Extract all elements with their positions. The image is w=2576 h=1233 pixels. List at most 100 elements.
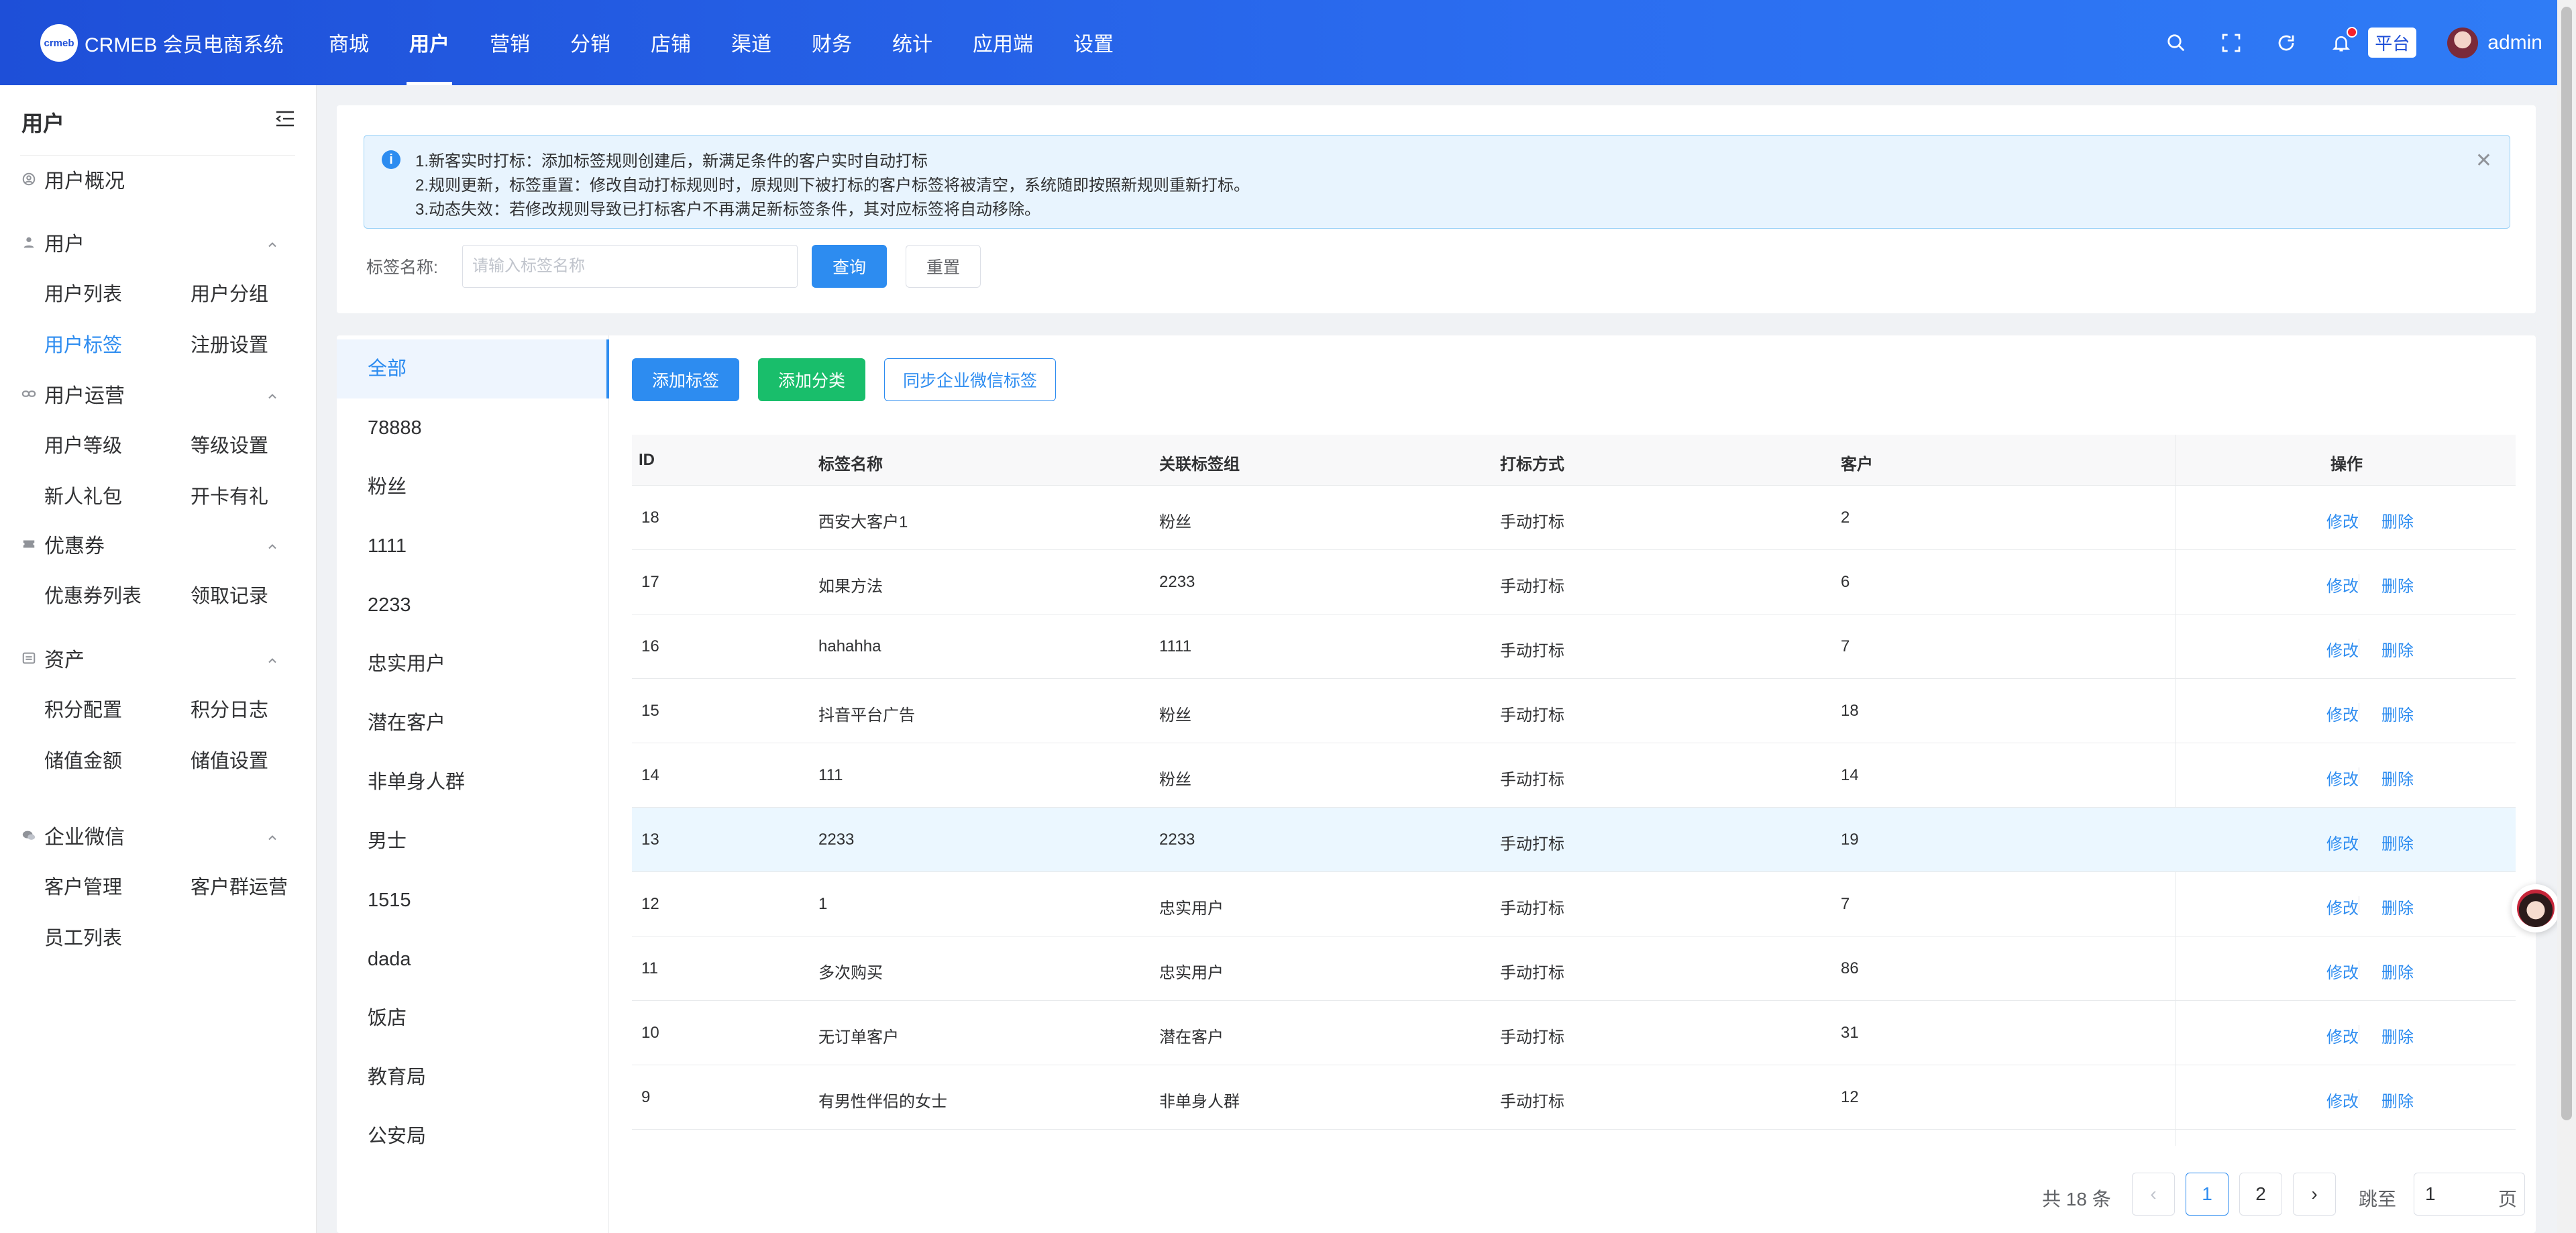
sidebar-item[interactable]: 用户标签 — [44, 329, 122, 358]
delete-link[interactable]: 删除 — [2381, 1024, 2414, 1047]
sidebar-item[interactable]: 积分日志 — [191, 694, 268, 722]
category-item[interactable]: 饭店 — [337, 989, 609, 1048]
edit-link[interactable]: 修改 — [2326, 573, 2359, 596]
platform-badge[interactable]: 平台 — [2368, 28, 2417, 58]
cell-customers: 7 — [1841, 637, 1850, 655]
sidebar-item[interactable]: 积分配置 — [44, 694, 122, 722]
sidebar-item[interactable]: 储值金额 — [44, 745, 122, 773]
sidebar-group-5[interactable]: 企业微信 — [20, 822, 295, 849]
sidebar-item[interactable]: 客户群运营 — [191, 871, 288, 900]
sidebar-group-3[interactable]: 优惠券 — [20, 531, 295, 557]
topnav-item[interactable]: 营销 — [470, 0, 550, 85]
tag-name-input[interactable] — [462, 245, 798, 288]
edit-link[interactable]: 修改 — [2326, 637, 2359, 661]
category-item[interactable]: 78888 — [337, 398, 609, 458]
sidebar-group-2[interactable]: 用户运营 — [20, 380, 295, 407]
category-item[interactable]: 1515 — [337, 871, 609, 930]
topnav-item[interactable]: 商城 — [309, 0, 389, 85]
sidebar-item[interactable]: 领取记录 — [191, 580, 268, 608]
reset-button[interactable]: 重置 — [906, 245, 981, 288]
topnav-item[interactable]: 统计 — [872, 0, 953, 85]
category-item[interactable]: 2233 — [337, 576, 609, 635]
next-page-button[interactable]: › — [2293, 1173, 2336, 1216]
edit-link[interactable]: 修改 — [2326, 766, 2359, 790]
sidebar-item[interactable]: 储值设置 — [191, 745, 268, 773]
category-item[interactable]: 忠实用户 — [337, 635, 609, 694]
delete-link[interactable]: 删除 — [2381, 508, 2414, 532]
category-item[interactable]: 公安局 — [337, 1107, 609, 1166]
table-row[interactable]: 9 有男性伴侣的女士 非单身人群 手动打标 12 修改 删除 — [632, 1065, 2516, 1130]
sidebar-item[interactable]: 用户等级 — [44, 430, 122, 458]
table-row[interactable]: 17 如果方法 2233 手动打标 6 修改 删除 — [632, 550, 2516, 614]
table-row[interactable]: 13 2233 2233 手动打标 19 修改 删除 — [632, 808, 2516, 872]
sidebar-item[interactable]: 客户管理 — [44, 871, 122, 900]
category-item[interactable]: dada — [337, 930, 609, 989]
category-item[interactable]: 1111 — [337, 517, 609, 576]
edit-link[interactable]: 修改 — [2326, 508, 2359, 532]
edit-link[interactable]: 修改 — [2326, 702, 2359, 725]
table-row[interactable]: 18 西安大客户1 粉丝 手动打标 2 修改 删除 — [632, 486, 2516, 550]
query-button[interactable]: 查询 — [812, 245, 887, 288]
fullscreen-icon[interactable] — [2219, 31, 2243, 55]
brand-logo[interactable]: crmeb CRMEB 会员电商系统 — [40, 24, 284, 62]
delete-link[interactable]: 删除 — [2381, 1088, 2414, 1112]
edit-link[interactable]: 修改 — [2326, 959, 2359, 983]
collapse-menu-icon[interactable] — [275, 110, 295, 131]
table-row[interactable]: 16 hahahha 1111 手动打标 7 修改 删除 — [632, 614, 2516, 679]
sidebar-item[interactable]: 开卡有礼 — [191, 481, 268, 509]
category-item[interactable]: 粉丝 — [337, 458, 609, 517]
topnav-item[interactable]: 用户 — [389, 0, 470, 85]
close-icon[interactable]: ✕ — [2475, 149, 2492, 172]
category-item[interactable]: 教育局 — [337, 1048, 609, 1107]
delete-link[interactable]: 删除 — [2381, 573, 2414, 596]
edit-link[interactable]: 修改 — [2326, 830, 2359, 854]
table-row[interactable]: 15 抖音平台广告 粉丝 手动打标 18 修改 删除 — [632, 679, 2516, 743]
sync-wechat-tags-button[interactable]: 同步企业微信标签 — [884, 358, 1056, 401]
delete-link[interactable]: 删除 — [2381, 959, 2414, 983]
page-1-button[interactable]: 1 — [2186, 1173, 2229, 1216]
edit-link[interactable]: 修改 — [2326, 1088, 2359, 1112]
delete-link[interactable]: 删除 — [2381, 766, 2414, 790]
sidebar-item[interactable]: 等级设置 — [191, 430, 268, 458]
delete-link[interactable]: 删除 — [2381, 895, 2414, 918]
topnav-item[interactable]: 渠道 — [711, 0, 792, 85]
table-row[interactable]: 11 多次购买 忠实用户 手动打标 86 修改 删除 — [632, 936, 2516, 1001]
support-avatar-button[interactable] — [2512, 884, 2560, 932]
topnav-item[interactable]: 店铺 — [631, 0, 711, 85]
category-item[interactable]: 全部 — [337, 339, 609, 398]
add-category-button[interactable]: 添加分类 — [758, 358, 865, 401]
topnav-item[interactable]: 应用端 — [953, 0, 1053, 85]
delete-link[interactable]: 删除 — [2381, 830, 2414, 854]
bell-icon[interactable] — [2329, 26, 2358, 55]
user-menu[interactable]: admin — [2447, 27, 2542, 58]
sidebar-item[interactable]: 员工列表 — [44, 922, 122, 951]
topnav-item[interactable]: 财务 — [792, 0, 872, 85]
add-tag-button[interactable]: 添加标签 — [632, 358, 739, 401]
edit-link[interactable]: 修改 — [2326, 895, 2359, 918]
category-item[interactable]: 潜在客户 — [337, 694, 609, 753]
table-row[interactable]: 10 无订单客户 潜在客户 手动打标 31 修改 删除 — [632, 1001, 2516, 1065]
sidebar-item[interactable]: 优惠券列表 — [44, 580, 142, 608]
sidebar-group-0[interactable]: 用户概况 — [20, 166, 295, 193]
sidebar-item[interactable]: 用户分组 — [191, 278, 268, 307]
prev-page-button[interactable]: ‹ — [2132, 1173, 2175, 1216]
category-item[interactable]: 男士 — [337, 812, 609, 871]
table-row[interactable]: 12 1 忠实用户 手动打标 7 修改 删除 — [632, 872, 2516, 936]
refresh-icon[interactable] — [2274, 31, 2298, 55]
search-icon[interactable] — [2164, 31, 2188, 55]
category-item[interactable]: 非单身人群 — [337, 753, 609, 812]
edit-link[interactable]: 修改 — [2326, 1024, 2359, 1047]
topnav-item[interactable]: 分销 — [550, 0, 631, 85]
page-scrollbar[interactable] — [2557, 0, 2576, 1233]
sidebar-group-4[interactable]: 资产 — [20, 645, 295, 672]
delete-link[interactable]: 删除 — [2381, 637, 2414, 661]
table-row[interactable]: 14 111 粉丝 手动打标 14 修改 删除 — [632, 743, 2516, 808]
sidebar-group-1[interactable]: 用户 — [20, 229, 295, 256]
page-2-button[interactable]: 2 — [2239, 1173, 2282, 1216]
scroll-thumb[interactable] — [2561, 7, 2572, 1120]
delete-link[interactable]: 删除 — [2381, 702, 2414, 725]
sidebar-item[interactable]: 用户列表 — [44, 278, 122, 307]
sidebar-item[interactable]: 新人礼包 — [44, 481, 122, 509]
topnav-item[interactable]: 设置 — [1053, 0, 1134, 85]
sidebar-item[interactable]: 注册设置 — [191, 329, 268, 358]
